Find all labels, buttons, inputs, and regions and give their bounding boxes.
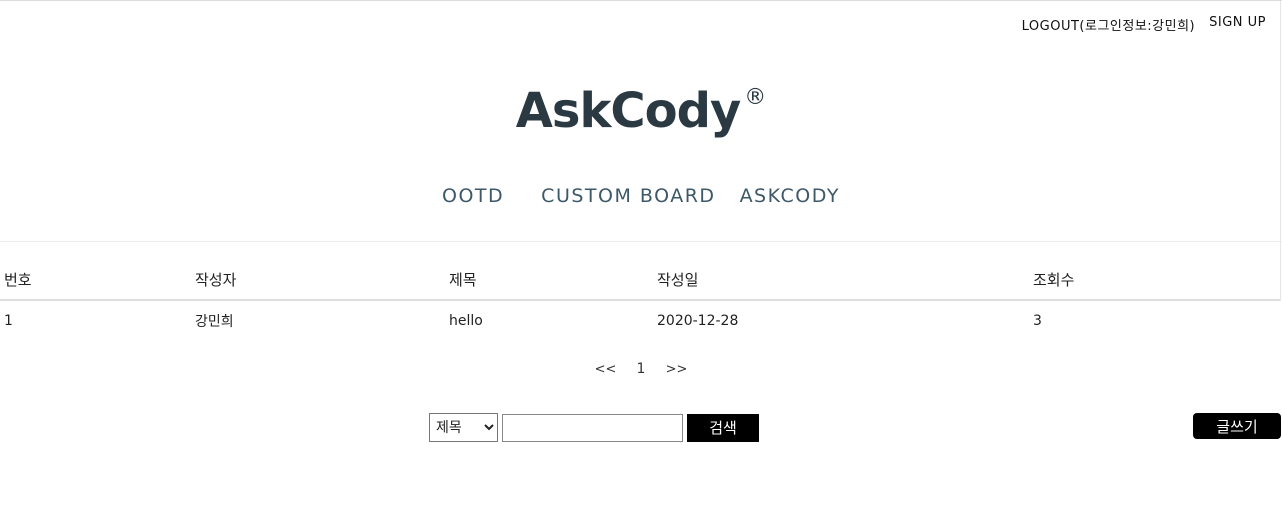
signup-link[interactable]: SIGN UP — [1209, 15, 1266, 34]
page-number-link[interactable]: 1 — [637, 361, 646, 377]
search-bar: 제목 검색 — [429, 413, 759, 442]
search-button[interactable]: 검색 — [687, 413, 759, 442]
row-number: 1 — [4, 313, 13, 329]
write-post-button[interactable]: 글쓰기 — [1193, 413, 1281, 439]
table-header-row: 번호 작성자 제목 작성일 조회수 — [0, 263, 1280, 301]
logout-link[interactable]: LOGOUT(로그인정보:강민희) — [1022, 15, 1195, 34]
column-header-date: 작성일 — [657, 263, 1033, 301]
site-logo[interactable]: AskCody ® — [0, 83, 1282, 139]
column-header-title: 제목 — [449, 263, 657, 301]
nav-item-ootd[interactable]: OOTD — [442, 185, 504, 207]
nav-item-askcody[interactable]: ASKCODY — [740, 185, 840, 207]
column-header-number: 번호 — [0, 263, 195, 301]
table-row[interactable]: 1 강민희 hello 2020-12-28 3 — [0, 300, 1280, 341]
registered-mark: ® — [744, 85, 767, 110]
row-writer: 강민희 — [195, 314, 234, 330]
page: LOGOUT(로그인정보:강민희) SIGN UP AskCody ® OOTD … — [0, 0, 1282, 513]
row-views: 3 — [1033, 313, 1042, 329]
page-edge-rule — [1280, 1, 1281, 301]
top-links: LOGOUT(로그인정보:강민희) SIGN UP — [1022, 15, 1266, 34]
main-nav: OOTD CUSTOM BOARD ASKCODY — [0, 185, 1282, 207]
search-field-select[interactable]: 제목 — [429, 413, 498, 442]
column-header-writer: 작성자 — [195, 263, 449, 301]
nav-item-custom-board[interactable]: CUSTOM BOARD — [541, 185, 715, 207]
header-divider — [0, 241, 1282, 242]
logo-text: AskCody — [515, 83, 741, 139]
board-table: 번호 작성자 제목 작성일 조회수 1 강민희 hello 2020-12-28… — [0, 263, 1280, 341]
row-date: 2020-12-28 — [657, 313, 739, 329]
page-prev-link[interactable]: << — [595, 362, 617, 377]
row-title-link[interactable]: hello — [449, 300, 657, 341]
column-header-views: 조회수 — [1033, 263, 1280, 301]
page-next-link[interactable]: >> — [666, 362, 688, 377]
search-input[interactable] — [502, 413, 683, 442]
pagination: << 1 >> — [0, 361, 1282, 377]
